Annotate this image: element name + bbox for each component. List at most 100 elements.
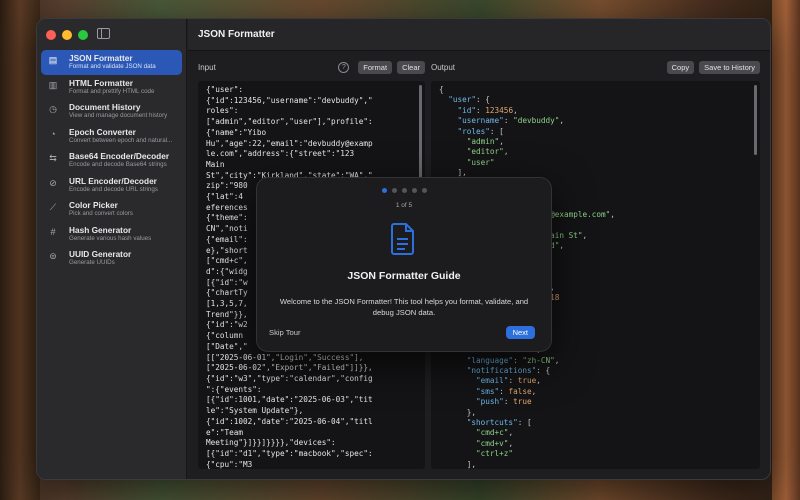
save-to-history-button[interactable]: Save to History (699, 60, 760, 74)
json-token: , (499, 137, 504, 147)
minimize-button[interactable] (62, 30, 72, 40)
tour-dot[interactable] (411, 188, 417, 193)
tour-step-counter: 1 of 5 (395, 202, 413, 209)
history-icon: ◷ (49, 104, 57, 114)
skip-tour-button[interactable]: Skip Tour (269, 328, 301, 337)
json-token: "cmd+v" (476, 438, 509, 448)
tour-dot[interactable] (391, 188, 397, 193)
json-token: "shortcuts" (466, 418, 518, 427)
clear-button[interactable]: Clear (397, 60, 425, 74)
sidebar-item-title: URL Encoder/Decoder (69, 175, 157, 186)
json-token: "user" (448, 95, 477, 105)
sidebar-item-title: Document History (69, 102, 141, 112)
sidebar-item-title: Hash Generator (69, 224, 132, 235)
sidebar-toggle-icon[interactable] (97, 28, 110, 39)
sidebar-item-json-formatter[interactable]: ▤ JSON Formatter Format and validate JSON … (41, 50, 182, 75)
json-token: : [ (517, 418, 532, 427)
sidebar-item-document-history[interactable]: ◷ Document History View and manage documen… (41, 99, 182, 124)
swap-icon: ⇆ (49, 153, 57, 163)
sidebar-item-base64-encoder-decoder[interactable]: ⇆ Base64 Encoder/Decoder Encode and decode… (41, 148, 182, 173)
json-token: ], (439, 459, 477, 469)
sidebar-item-epoch-converter[interactable]: ◔ Epoch Converter Convert between epoch an… (41, 124, 182, 149)
tour-dot[interactable] (401, 188, 407, 193)
output-line: { (439, 85, 748, 95)
output-line: }, (439, 408, 748, 418)
sidebar-item-color-picker[interactable]: ⟋ Color Picker Pick and convert colors (41, 197, 182, 222)
json-token: "language" (466, 355, 514, 365)
input-scrollbar[interactable] (419, 85, 422, 179)
next-button[interactable]: Next (505, 326, 535, 339)
output-line: ], (439, 460, 748, 469)
document-icon: ▤ (48, 55, 58, 65)
output-scrollbar[interactable] (754, 85, 757, 155)
sidebar-item-url-encoder-decoder[interactable]: ⊘ URL Encoder/Decoder Encode and decode UR… (41, 173, 182, 198)
json-token: "user" (466, 157, 495, 167)
close-button[interactable] (46, 30, 56, 40)
json-token: "sms" (476, 386, 500, 396)
json-token: "email" (476, 376, 509, 386)
tour-dialog: 1 of 5 JSON Formatter Guide Welcome to t… (256, 177, 552, 352)
background-tree (0, 0, 40, 500)
json-token: "devbuddy" (513, 116, 560, 126)
output-line: "admin", (439, 137, 748, 147)
sidebar-item-subtitle: Encode and decode URL strings (69, 185, 158, 193)
output-line: "ctrl+z" (439, 449, 748, 459)
json-token: "notifications" (466, 365, 537, 375)
sidebar-item-title: UUID Generator (69, 249, 132, 259)
window-controls (46, 30, 88, 40)
json-token: "admin" (466, 137, 500, 147)
output-line: "editor", (439, 147, 748, 157)
copy-button[interactable]: Copy (666, 60, 695, 74)
sidebar-item-hash-generator[interactable]: # Hash Generator Generate various hash val… (41, 222, 182, 247)
json-token: : { (476, 95, 490, 105)
sidebar-item-subtitle: Encode and decode Base64 strings (69, 161, 167, 168)
tour-progress-dots (257, 188, 551, 193)
json-token: false (508, 386, 532, 396)
tour-description: Welcome to the JSON Formatter! This tool… (279, 297, 529, 317)
json-token: , (559, 241, 565, 251)
json-token: , (582, 230, 588, 240)
sidebar-item-subtitle: Convert between epoch and natural... (69, 136, 173, 144)
format-button[interactable]: Format (358, 60, 393, 74)
output-line: "cmd+v", (439, 439, 748, 449)
sidebar-item-title: Base64 Encoder/Decoder (69, 151, 170, 161)
output-line: "user": { (439, 95, 748, 105)
json-token: : (476, 105, 486, 115)
tour-dot[interactable] (381, 188, 387, 193)
sidebar-item-title: Epoch Converter (69, 126, 136, 137)
output-line: "cmd+c", (439, 428, 748, 438)
output-line: "language": "zh-CN", (439, 356, 748, 366)
json-token: , (536, 376, 541, 386)
output-line: "email": true, (439, 376, 748, 386)
sidebar-item-title: Color Picker (69, 200, 118, 210)
json-token: , (554, 355, 560, 365)
json-token: "roles" (457, 126, 490, 136)
tour-dot[interactable] (421, 188, 427, 193)
help-icon[interactable]: ? (338, 61, 350, 73)
json-token: , (503, 147, 509, 157)
sidebar-item-title: JSON Formatter (69, 53, 133, 63)
json-token: "id" (457, 105, 477, 115)
zoom-button[interactable] (78, 30, 88, 40)
input-label: Input (198, 62, 216, 72)
output-line: "roles": [ (439, 127, 748, 137)
json-token: , (508, 428, 514, 438)
json-token: , (513, 105, 518, 115)
tour-title: JSON Formatter Guide (347, 270, 461, 282)
title-bar: JSON Formatter (188, 19, 770, 51)
json-token: { (439, 85, 444, 94)
sidebar-item-title: HTML Formatter (69, 77, 133, 88)
sidebar-item-subtitle: Generate various hash values (69, 234, 152, 242)
output-line: "shortcuts": [ (439, 418, 748, 428)
sidebar-item-uuid-generator[interactable]: ⊜ UUID Generator Generate UUIDs (41, 246, 182, 271)
json-token: : (508, 376, 518, 386)
sidebar-item-html-formatter[interactable]: ▥ HTML Formatter Format and prettify HTML … (41, 75, 182, 100)
